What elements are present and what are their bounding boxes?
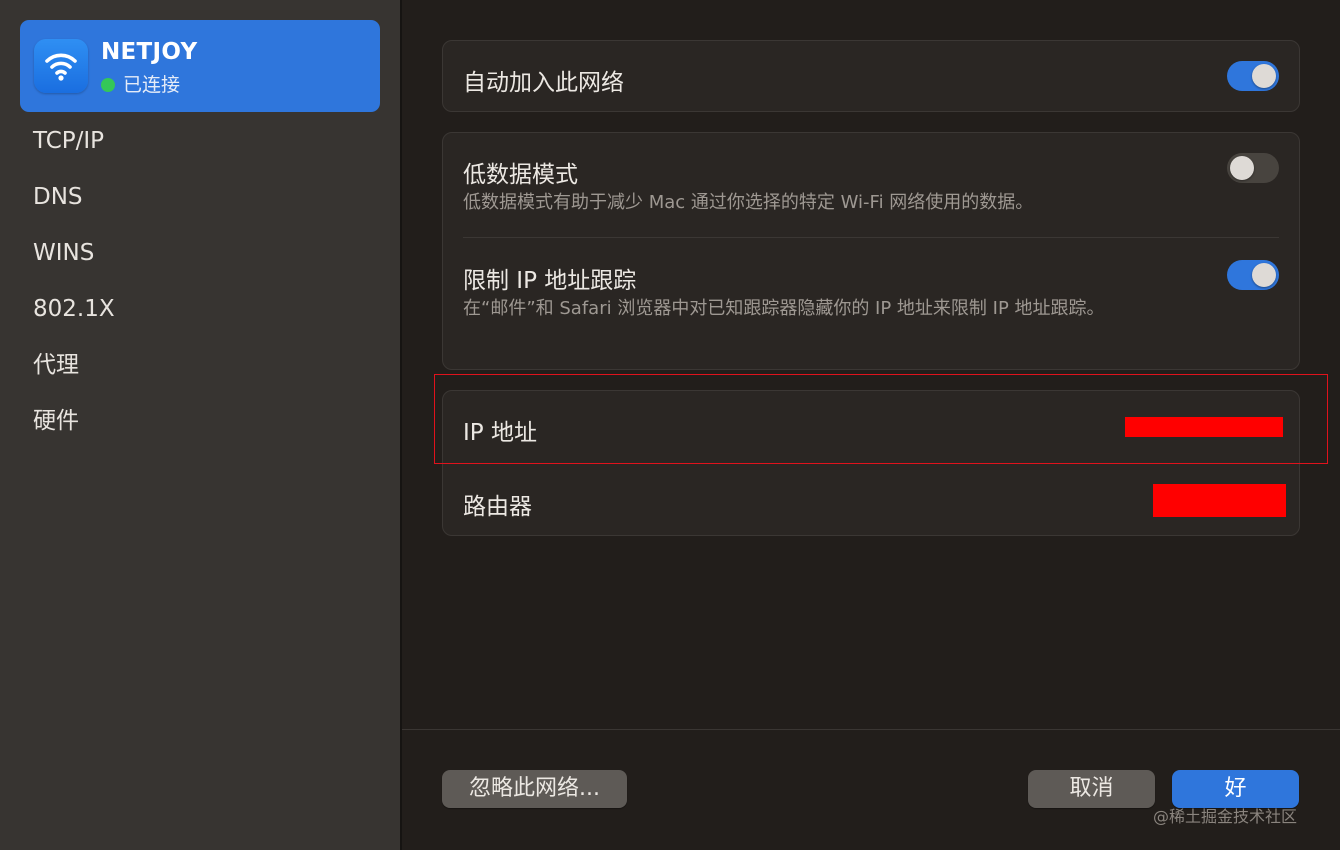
sidebar-item-proxy[interactable]: 代理	[33, 346, 115, 402]
sidebar-list: TCP/IP DNS WINS 802.1X 代理 硬件	[33, 122, 115, 458]
footer-divider	[402, 729, 1340, 730]
divider	[463, 237, 1279, 238]
toggle-knob	[1230, 156, 1254, 180]
sidebar: NETJOY 已连接 TCP/IP DNS WINS 802.1X 代理 硬件	[0, 0, 402, 850]
auto-join-label: 自动加入此网络	[463, 70, 624, 96]
limit-ip-description: 在“邮件”和 Safari 浏览器中对已知跟踪器隐藏你的 IP 地址来限制 IP…	[463, 298, 1105, 319]
network-item-selected[interactable]: NETJOY 已连接	[20, 20, 380, 112]
auto-join-card: 自动加入此网络	[442, 40, 1300, 112]
toggle-knob	[1252, 64, 1276, 88]
connected-dot-icon	[101, 78, 115, 92]
router-redacted	[1153, 484, 1286, 517]
data-privacy-card: 低数据模式 低数据模式有助于减少 Mac 通过你选择的特定 Wi-Fi 网络使用…	[442, 132, 1300, 370]
watermark: @稀土掘金技术社区	[1153, 807, 1298, 826]
network-status: 已连接	[101, 70, 180, 97]
network-name: NETJOY	[101, 39, 198, 65]
low-data-description: 低数据模式有助于减少 Mac 通过你选择的特定 Wi-Fi 网络使用的数据。	[463, 192, 1034, 213]
low-data-label: 低数据模式	[463, 162, 578, 188]
router-label: 路由器	[463, 494, 532, 520]
toggle-knob	[1252, 263, 1276, 287]
sidebar-item-hardware[interactable]: 硬件	[33, 402, 115, 458]
wifi-icon	[34, 39, 88, 93]
cancel-button[interactable]: 取消	[1028, 770, 1155, 808]
sidebar-item-dns[interactable]: DNS	[33, 178, 115, 234]
low-data-toggle[interactable]	[1227, 153, 1279, 183]
sidebar-item-tcpip[interactable]: TCP/IP	[33, 122, 115, 178]
forget-network-button[interactable]: 忽略此网络...	[442, 770, 627, 808]
sidebar-item-8021x[interactable]: 802.1X	[33, 290, 115, 346]
annotation-highlight-box	[434, 374, 1328, 464]
auto-join-toggle[interactable]	[1227, 61, 1279, 91]
sidebar-item-wins[interactable]: WINS	[33, 234, 115, 290]
limit-ip-toggle[interactable]	[1227, 260, 1279, 290]
limit-ip-label: 限制 IP 地址跟踪	[463, 268, 637, 294]
network-status-label: 已连接	[123, 74, 181, 96]
